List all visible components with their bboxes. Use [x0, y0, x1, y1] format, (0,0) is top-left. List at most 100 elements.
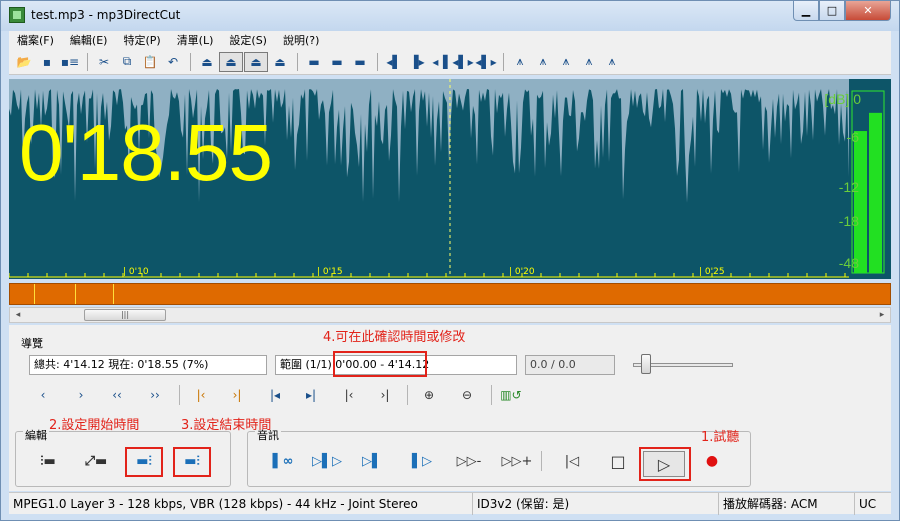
total-time-field: 總共: 4'14.12 現在: 0'18.55 (7%) [29, 355, 267, 375]
db-label: -6 [846, 129, 859, 145]
save-icon[interactable]: ▪ [36, 52, 58, 72]
app-window: test.mp3 - mp3DirectCut ▁ □ ✕ 檔案(F) 編輯(E… [0, 0, 900, 521]
play-loop-icon[interactable]: ▌∞ [265, 447, 301, 475]
status-mode: UC [859, 497, 877, 511]
menu-settings[interactable]: 設定(S) [221, 32, 275, 48]
level-meter-right [869, 112, 882, 273]
annotation-preview: 1.試聽 [701, 430, 740, 445]
time-display: 0'18.55 [19, 108, 273, 197]
split-icon[interactable]: ⩚ [532, 52, 554, 72]
marker-icon[interactable]: ▬ [326, 52, 348, 72]
nav-forward-icon[interactable]: › [69, 384, 93, 406]
save-as-icon[interactable]: ▪≡ [59, 52, 81, 72]
play-around-cut-icon[interactable]: ▷▌▷ [307, 447, 347, 475]
status-id3: ID3v2 (保留: 是) [473, 493, 719, 515]
ruler-label: | 0'10 [123, 267, 149, 277]
db-label: -12 [838, 179, 859, 195]
cue-icon[interactable]: ◂▌▸ [475, 52, 497, 72]
go-file-start-icon[interactable]: |‹ [337, 384, 361, 406]
track-pressed-icon[interactable]: ⏏ [244, 51, 268, 72]
marker-icon[interactable]: ▬ [349, 52, 371, 72]
nav-fast-back-icon[interactable]: ‹‹ [105, 384, 129, 406]
open-icon[interactable]: 📂 [13, 52, 35, 72]
level-reset-icon[interactable]: ▥↺ [499, 384, 523, 406]
nav-separator [491, 385, 492, 405]
copy-icon[interactable]: ⧉ [116, 52, 138, 72]
play-from-cursor-icon[interactable]: ▌▷ [407, 447, 437, 475]
split-icon[interactable]: ⩚ [578, 52, 600, 72]
split-icon[interactable]: ⩚ [555, 52, 577, 72]
nav-separator [179, 385, 180, 405]
cue-icon[interactable]: ◂▌▸ [452, 52, 474, 72]
edit-group-title: 編輯 [23, 427, 49, 443]
ruler-label: | 0'25 [699, 267, 725, 277]
cue-icon[interactable]: ◂▌ [383, 52, 405, 72]
maximize-button[interactable]: □ [819, 1, 845, 21]
window-title: test.mp3 - mp3DirectCut [31, 8, 181, 22]
nav-fast-forward-icon[interactable]: ›› [143, 384, 167, 406]
annotation-confirm-time: 4.可在此確認時間或修改 [323, 330, 466, 345]
cut-icon[interactable]: ✂ [93, 52, 115, 72]
menu-file[interactable]: 檔案(F) [9, 32, 62, 48]
annotation-box-start [125, 447, 163, 477]
undo-icon[interactable]: ↶ [162, 52, 184, 72]
minimize-button[interactable]: ▁ [793, 1, 819, 21]
track-icon[interactable]: ⏏ [196, 52, 218, 72]
overview-selection [34, 284, 114, 304]
status-format: MPEG1.0 Layer 3 - 128 kbps, VBR (128 kbp… [9, 493, 473, 515]
cue-icon[interactable]: ▐▸ [406, 52, 428, 72]
toolbar-separator [503, 52, 504, 71]
nav-back-icon[interactable]: ‹ [31, 384, 55, 406]
edit-fade-icon[interactable]: ⤢▬ [81, 447, 111, 475]
go-file-end-icon[interactable]: ›| [373, 384, 397, 406]
status-bar: MPEG1.0 Layer 3 - 128 kbps, VBR (128 kbp… [9, 492, 891, 515]
toolbar-separator [190, 52, 191, 71]
level-meter-left [854, 131, 867, 273]
record-icon[interactable]: ● [697, 447, 727, 475]
toolbar-separator [297, 52, 298, 71]
range-label: 範圍 (1/1) [280, 358, 332, 371]
marker-icon[interactable]: ▬ [303, 52, 325, 72]
annotation-set-start: 2.設定開始時間 [49, 418, 140, 433]
faster-icon[interactable]: ▷▷+ [499, 447, 535, 475]
scroll-right-arrow-icon[interactable]: ▸ [874, 308, 890, 322]
track-icon[interactable]: ⏏ [269, 52, 291, 72]
edit-split-icon[interactable]: ⫶▬ [33, 447, 63, 475]
status-decoder: 播放解碼器: ACM [719, 493, 855, 515]
title-bar[interactable]: test.mp3 - mp3DirectCut ▁ □ ✕ [1, 1, 899, 31]
go-start-marker-icon[interactable]: |‹ [189, 384, 213, 406]
track-pressed-icon[interactable]: ⏏ [219, 51, 243, 72]
cue-icon[interactable]: ◂▐ [429, 52, 451, 72]
slower-icon[interactable]: ▷▷- [451, 447, 487, 475]
db-unit-label: [dB] 0 [824, 91, 861, 107]
menu-list[interactable]: 清單(L) [169, 32, 222, 48]
scroll-left-arrow-icon[interactable]: ◂ [10, 308, 26, 322]
previous-icon[interactable]: |◁ [557, 447, 587, 475]
toolbar-separator [87, 52, 88, 71]
paste-icon[interactable]: 📋 [139, 52, 161, 72]
overview-bar[interactable] [9, 283, 891, 305]
menu-help[interactable]: 說明(?) [275, 32, 327, 48]
ruler-label: | 0'15 [317, 267, 343, 277]
go-selection-end-icon[interactable]: ▸| [299, 384, 323, 406]
play-to-cursor-icon[interactable]: ▷▌ [357, 447, 387, 475]
stop-icon[interactable]: □ [603, 447, 633, 475]
menu-edit[interactable]: 編輯(E) [62, 32, 116, 48]
db-label: -48 [838, 255, 859, 271]
close-button[interactable]: ✕ [845, 1, 891, 21]
split-icon[interactable]: ⩚ [601, 52, 623, 72]
navigation-group-title: 導覽 [21, 337, 43, 350]
zoom-out-icon[interactable]: ⊖ [455, 384, 479, 406]
toolbar-separator [377, 52, 378, 71]
annotation-set-end: 3.設定結束時間 [181, 418, 272, 433]
go-end-marker-icon[interactable]: ›| [225, 384, 249, 406]
volume-slider-thumb[interactable] [641, 354, 651, 374]
split-icon[interactable]: ⩚ [509, 52, 531, 72]
waveform-view[interactable]: 0'18.55 [dB] 0 -6 -12 -18 -48 | 0'10 | 0… [9, 79, 891, 279]
menu-special[interactable]: 特定(P) [115, 32, 168, 48]
scroll-thumb[interactable]: ||| [84, 309, 166, 321]
horizontal-scrollbar[interactable]: ◂ ||| ▸ [9, 307, 891, 323]
zoom-in-icon[interactable]: ⊕ [417, 384, 441, 406]
app-icon [9, 7, 25, 23]
go-selection-start-icon[interactable]: |◂ [263, 384, 287, 406]
